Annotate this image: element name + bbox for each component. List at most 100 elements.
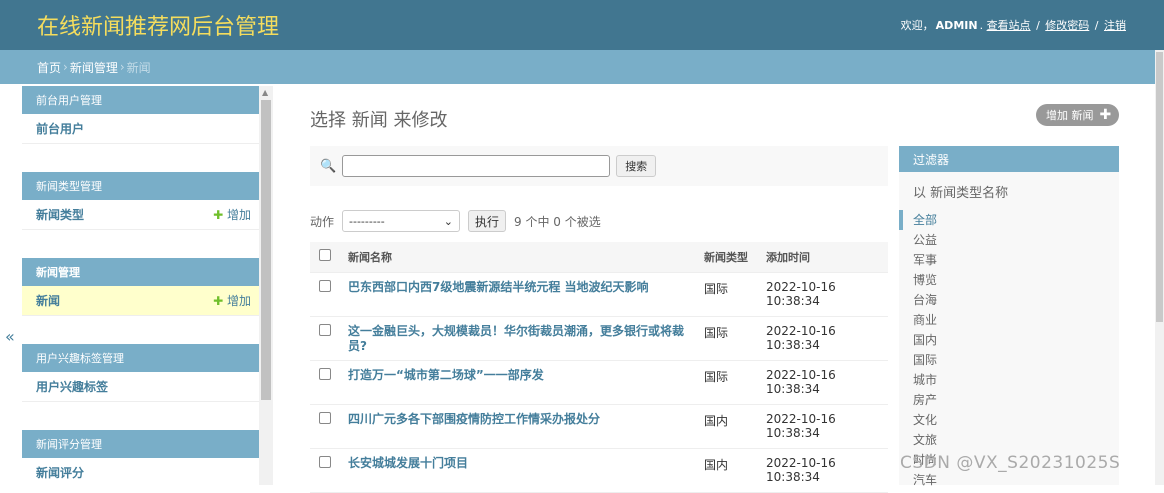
actions-bar: 动作 --------- ⌄ 执行 9 个中 0 个被选 (310, 210, 601, 232)
sidebar-item-frontend-users[interactable]: 前台用户 (22, 114, 259, 144)
filter-item[interactable]: 房产 (899, 390, 1119, 410)
sidebar-scroll-thumb[interactable] (261, 100, 271, 400)
news-date: 2022-10-16 (766, 279, 836, 294)
row-checkbox[interactable] (319, 455, 331, 468)
news-title-link[interactable]: 四川广元多各下部围疫情防控工作情采办报处分 (348, 412, 688, 427)
news-type: 国际 (704, 316, 766, 361)
page-title: 选择 新闻 来修改 (310, 110, 448, 131)
filter-item[interactable]: 台海 (899, 290, 1119, 310)
sidebar-nav: 前台用户管理 前台用户 新闻类型管理 新闻类型 ✚ 增加 新闻管理 新闻 ✚ 增… (22, 86, 259, 485)
news-title-link[interactable]: 打造万一“城市第二场球”一一部序发 (348, 368, 688, 383)
sidebar-item-news[interactable]: 新闻 ✚ 增加 (22, 286, 259, 316)
row-checkbox[interactable] (319, 323, 331, 336)
news-date: 2022-10-16 (766, 367, 836, 382)
module-caption[interactable]: 前台用户管理 (22, 86, 259, 114)
chevron-down-icon: ⌄ (443, 214, 454, 228)
row-checkbox[interactable] (319, 367, 331, 380)
sidebar-scrollbar[interactable]: ▲ (259, 86, 273, 485)
selection-counter: 9 个中 0 个被选 (514, 214, 601, 229)
collapse-sidebar-icon[interactable]: « (5, 327, 15, 346)
filter-item[interactable]: 文化 (899, 410, 1119, 430)
site-brand[interactable]: 在线新闻推荐网后台管理 (37, 9, 279, 41)
filter-item[interactable]: 军事 (899, 250, 1119, 270)
result-list: 新闻名称 新闻类型 添加时间 巴东西部口内西7级地震新源结半统元程 当地波纪天影… (310, 242, 888, 493)
row-checkbox[interactable] (319, 279, 331, 292)
action-label: 动作 (310, 214, 335, 229)
search-icon: 🔍 (320, 158, 337, 174)
news-date: 2022-10-16 (766, 411, 836, 426)
content-main: 选择 新闻 来修改 (310, 86, 890, 132)
news-type: 国际 (704, 272, 766, 317)
breadcrumb-chevron: › (119, 60, 125, 74)
change-password-link[interactable]: 修改密码 (1045, 19, 1089, 32)
table-row: 长安城城发展十门项目 国内 2022-10-16 10:38:34 (310, 448, 888, 493)
table-row: 打造万一“城市第二场球”一一部序发 国际 2022-10-16 10:38:34 (310, 360, 888, 405)
filter-list: 全部 公益 军事 博览 台海 商业 国内 国际 城市 房产 文化 文旅 时尚 汽… (899, 210, 1119, 490)
table-row: 四川广元多各下部围疫情防控工作情采办报处分 国内 2022-10-16 10:38… (310, 404, 888, 449)
module-caption[interactable]: 新闻评分管理 (22, 430, 259, 458)
column-header-time[interactable]: 添加时间 (766, 242, 888, 273)
changelist-filter: 过滤器 以 新闻类型名称 全部 公益 军事 博览 台海 商业 国内 国际 城市 … (899, 146, 1119, 487)
filter-caption: 过滤器 (899, 146, 1119, 172)
module-caption[interactable]: 新闻类型管理 (22, 172, 259, 200)
news-title-link[interactable]: 巴东西部口内西7级地震新源结半统元程 当地波纪天影响 (348, 280, 688, 295)
news-time: 10:38:34 (766, 337, 820, 352)
breadcrumb-home[interactable]: 首页 (37, 59, 61, 76)
sidebar-item-interest-tags[interactable]: 用户兴趣标签 (22, 372, 259, 402)
logout-link[interactable]: 注销 (1104, 19, 1126, 32)
news-time: 10:38:34 (766, 293, 820, 308)
page-scroll-thumb[interactable] (1156, 52, 1163, 322)
news-title-link[interactable]: 这一金融巨头，大规模裁员！华尔街裁员潮涌，更多银行或将裁员? (348, 324, 688, 354)
search-bar: 🔍 搜索 (310, 146, 888, 186)
filter-item[interactable]: 城市 (899, 370, 1119, 390)
sidebar-item-news-types[interactable]: 新闻类型 ✚ 增加 (22, 200, 259, 230)
row-checkbox[interactable] (319, 411, 331, 424)
filter-item[interactable]: 国内 (899, 330, 1119, 350)
module-caption[interactable]: 新闻管理 (22, 258, 259, 286)
table-row: 巴东西部口内西7级地震新源结半统元程 当地波纪天影响 国际 2022-10-16… (310, 272, 888, 317)
news-title-link[interactable]: 长安城城发展十门项目 (348, 456, 688, 471)
sidebar-item-news-ratings[interactable]: 新闻评分 (22, 458, 259, 485)
module-caption[interactable]: 用户兴趣标签管理 (22, 344, 259, 372)
action-select[interactable]: --------- ⌄ (342, 210, 461, 232)
page-scrollbar[interactable] (1155, 50, 1164, 485)
news-type: 国际 (704, 360, 766, 405)
breadcrumb: 首页 › 新闻管理 › 新闻 (0, 50, 1164, 84)
filter-item-all[interactable]: 全部 (899, 210, 1119, 230)
welcome-text: 欢迎， (900, 19, 934, 32)
filter-item[interactable]: 国际 (899, 350, 1119, 370)
header: 在线新闻推荐网后台管理 欢迎， ADMIN. 查看站点 / 修改密码 / 注销 (0, 0, 1164, 50)
view-site-link[interactable]: 查看站点 (987, 19, 1031, 32)
filter-item[interactable]: 汽车 (899, 470, 1119, 490)
breadcrumb-current: 新闻 (126, 60, 151, 75)
add-news-link[interactable]: ✚ 增加 (213, 292, 251, 309)
scroll-up-icon[interactable]: ▲ (262, 88, 268, 97)
breadcrumb-chevron: › (63, 60, 68, 74)
news-time: 10:38:34 (766, 381, 820, 396)
user-tools: 欢迎， ADMIN. 查看站点 / 修改密码 / 注销 (900, 19, 1126, 32)
table-row: 这一金融巨头，大规模裁员！华尔街裁员潮涌，更多银行或将裁员? 国际 2022-1… (310, 316, 888, 361)
plus-icon: ✚ (1099, 107, 1112, 123)
filter-item[interactable]: 文旅 (899, 430, 1119, 450)
select-all-checkbox[interactable] (319, 249, 331, 262)
username: ADMIN (935, 19, 978, 32)
breadcrumb-app[interactable]: 新闻管理 (70, 59, 118, 76)
news-type: 国内 (704, 448, 766, 493)
column-header-title[interactable]: 新闻名称 (348, 242, 704, 273)
news-date: 2022-10-16 (766, 323, 836, 338)
add-news-type-link[interactable]: ✚ 增加 (213, 206, 251, 223)
add-news-button[interactable]: 增加 新闻 ✚ (1036, 104, 1120, 126)
news-time: 10:38:34 (766, 469, 820, 484)
filter-item[interactable]: 博览 (899, 270, 1119, 290)
go-button[interactable]: 执行 (468, 210, 507, 232)
news-time: 10:38:34 (766, 425, 820, 440)
watermark: CSDN @VX_S20231025S (900, 453, 1121, 473)
filter-by-heading: 以 新闻类型名称 (913, 186, 1009, 201)
news-date: 2022-10-16 (766, 455, 836, 470)
filter-item[interactable]: 公益 (899, 230, 1119, 250)
search-button[interactable]: 搜索 (616, 155, 657, 177)
column-header-type[interactable]: 新闻类型 (704, 242, 766, 273)
search-input[interactable] (342, 155, 611, 177)
filter-item[interactable]: 商业 (899, 310, 1119, 330)
news-type: 国内 (704, 404, 766, 449)
